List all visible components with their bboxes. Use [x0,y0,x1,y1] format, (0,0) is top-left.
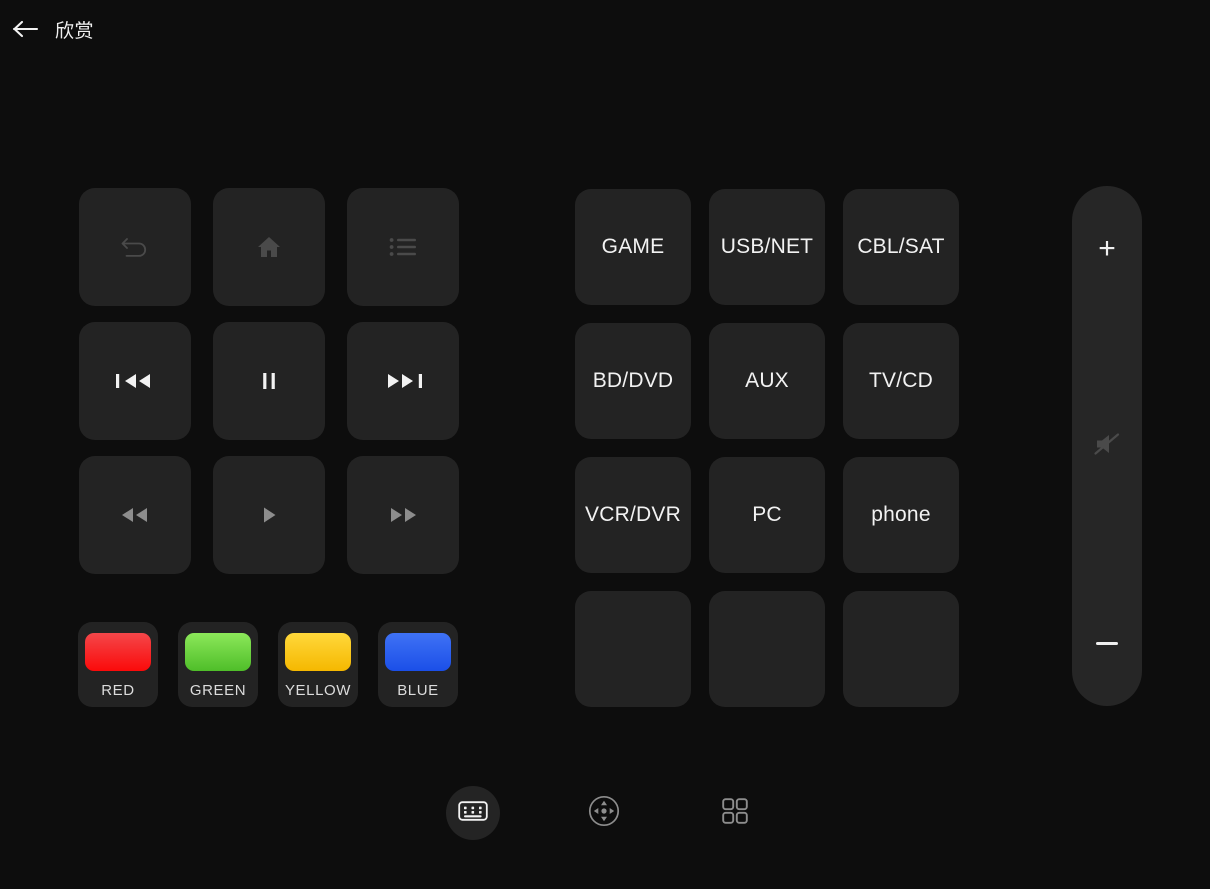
arrow-left-icon [12,19,40,39]
fast-forward-icon [386,505,420,525]
source-key-label: VCR/DVR [585,503,681,527]
source-key-vcr-dvr[interactable]: VCR/DVR [575,457,691,573]
home-button[interactable] [213,188,325,306]
source-key-cbl-sat[interactable]: CBL/SAT [843,189,959,305]
color-key-label: RED [101,682,135,699]
dpad-tab-button[interactable] [577,786,631,840]
plus-icon: + [1098,232,1116,265]
color-key-label: BLUE [397,682,439,699]
color-key-green[interactable]: GREEN [178,622,258,707]
home-icon [256,235,282,259]
source-key-usb-net[interactable]: USB/NET [709,189,825,305]
play-button[interactable] [213,456,325,574]
minus-icon [1096,641,1118,645]
yellow-swatch [285,633,351,671]
source-key-label: AUX [745,369,789,393]
grid-icon [722,797,748,829]
green-swatch [185,633,251,671]
volume-control[interactable]: + [1072,186,1142,706]
volume-up-button[interactable]: + [1072,214,1142,284]
remote-control-screen: 欣赏 RED GREEN YELLOW BLUE GAME USB/NET CB… [0,0,1210,889]
bottom-toolbar [0,780,1210,848]
mute-button[interactable] [1072,411,1142,481]
list-menu-icon [389,237,417,257]
red-swatch [85,633,151,671]
undo-button[interactable] [79,188,191,306]
source-key-empty-3[interactable] [843,591,959,707]
previous-track-button[interactable] [79,322,191,440]
source-key-aux[interactable]: AUX [709,323,825,439]
source-key-pc[interactable]: PC [709,457,825,573]
source-key-label: GAME [601,235,665,259]
fast-forward-button[interactable] [347,456,459,574]
skip-previous-icon [115,370,155,392]
source-key-game[interactable]: GAME [575,189,691,305]
source-key-phone[interactable]: phone [843,457,959,573]
source-key-label: USB/NET [720,235,814,259]
play-icon [259,504,279,526]
source-key-label: CBL/SAT [857,235,945,259]
color-key-label: YELLOW [284,682,352,699]
source-key-empty-1[interactable] [575,591,691,707]
keyboard-tab-button[interactable] [446,786,500,840]
menu-button[interactable] [347,188,459,306]
grid-tab-button[interactable] [708,786,762,840]
color-key-yellow[interactable]: YELLOW [278,622,358,707]
keyboard-icon [458,799,488,828]
page-title: 欣赏 [55,19,95,42]
source-key-label: phone [871,503,931,527]
color-key-red[interactable]: RED [78,622,158,707]
volume-down-button[interactable] [1072,608,1142,678]
undo-arrow-icon [120,234,150,260]
source-key-label: PC [752,503,782,527]
color-key-label: GREEN [189,682,247,699]
pause-icon [259,370,279,392]
blue-swatch [385,633,451,671]
rewind-button[interactable] [79,456,191,574]
next-track-button[interactable] [347,322,459,440]
rewind-icon [118,505,152,525]
source-key-bd-dvd[interactable]: BD/DVD [575,323,691,439]
source-key-label: BD/DVD [592,369,674,393]
back-button[interactable] [0,3,52,55]
source-key-label: TV/CD [869,369,933,393]
dpad-icon [588,795,620,832]
volume-mute-icon [1091,430,1123,463]
pause-button[interactable] [213,322,325,440]
source-key-empty-2[interactable] [709,591,825,707]
skip-next-icon [383,370,423,392]
header-bar: 欣赏 [0,0,1210,58]
color-key-blue[interactable]: BLUE [378,622,458,707]
source-key-tv-cd[interactable]: TV/CD [843,323,959,439]
